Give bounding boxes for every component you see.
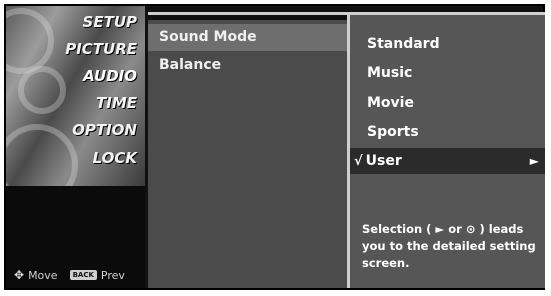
- tv-osd-screen: SETUP PICTURE AUDIO TIME OPTION LOCK ✥ M…: [4, 4, 545, 290]
- menu-item-lock[interactable]: LOCK: [93, 149, 137, 169]
- options-panel: Standard Music Movie Sports √ User ► Sele…: [350, 15, 545, 288]
- navigation-hint: ✥ Move BACK Prev: [14, 268, 125, 282]
- menu-item-time[interactable]: TIME: [96, 94, 137, 114]
- submenu-item-sound-mode[interactable]: Sound Mode: [148, 24, 347, 51]
- submenu-item-balance[interactable]: Balance: [148, 52, 347, 79]
- main-menu: SETUP PICTURE AUDIO TIME OPTION LOCK ✥ M…: [6, 6, 145, 288]
- back-button-badge: BACK: [69, 270, 97, 280]
- move-icon: ✥: [14, 268, 25, 282]
- menu-item-picture[interactable]: PICTURE: [65, 40, 137, 60]
- menu-item-audio[interactable]: AUDIO: [83, 67, 137, 87]
- prev-label: Prev: [100, 268, 125, 282]
- option-sports[interactable]: Sports: [350, 119, 545, 145]
- help-text: Selection ( ► or ⊙ ) leads you to the de…: [362, 222, 536, 270]
- option-movie[interactable]: Movie: [350, 90, 545, 116]
- option-user[interactable]: √ User ►: [350, 148, 545, 174]
- right-arrow-icon: ►: [529, 154, 539, 168]
- menu-item-setup[interactable]: SETUP: [83, 13, 137, 33]
- option-user-label: User: [365, 153, 402, 169]
- option-standard[interactable]: Standard: [350, 31, 545, 57]
- check-icon: √: [354, 154, 363, 169]
- option-music[interactable]: Music: [350, 60, 545, 86]
- menu-item-option[interactable]: OPTION: [72, 121, 137, 141]
- submenu-panel: Sound Mode Balance: [148, 20, 347, 288]
- move-label: Move: [28, 268, 58, 282]
- menu-banner-image: SETUP PICTURE AUDIO TIME OPTION LOCK: [6, 6, 145, 186]
